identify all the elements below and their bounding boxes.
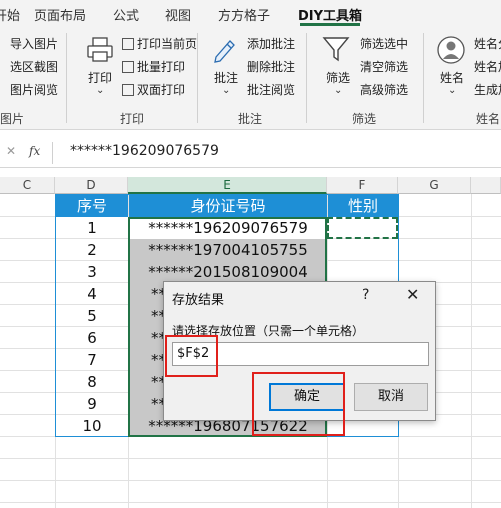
column-header-e[interactable]: E: [128, 177, 327, 194]
tab-diy-toolbox[interactable]: DIY工具箱: [298, 5, 362, 24]
active-tab-indicator: [300, 23, 360, 26]
import-picture-label: 导入图片: [10, 37, 59, 51]
advanced-filter-button[interactable]: 高级筛选: [360, 81, 408, 98]
table-row-no[interactable]: 4: [56, 283, 128, 305]
duplex-print-button[interactable]: 双面打印: [122, 81, 185, 98]
group-separator: [306, 33, 307, 123]
page-icon: [122, 84, 134, 96]
batch-print-button[interactable]: 批量打印: [122, 58, 185, 75]
formula-content[interactable]: ******196209076579: [70, 143, 219, 159]
chevron-down-icon[interactable]: ⌄: [222, 85, 230, 96]
column-header-f[interactable]: F: [327, 177, 398, 194]
group-separator: [197, 33, 198, 123]
help-icon[interactable]: ?: [362, 287, 369, 303]
table-row-no[interactable]: 10: [56, 415, 128, 437]
group-label-print: 打印: [120, 112, 145, 126]
table-row-no[interactable]: 9: [56, 393, 128, 415]
group-label-pictures: 图片: [0, 112, 25, 126]
chevron-down-icon[interactable]: ⌄: [334, 85, 342, 96]
dialog-title: 存放结果: [172, 293, 225, 308]
comment-button-label[interactable]: 批注: [214, 69, 238, 86]
tab-home[interactable]: 开始: [0, 5, 20, 24]
table-row-no[interactable]: 2: [56, 239, 128, 261]
close-icon[interactable]: ✕: [406, 285, 419, 304]
highlight-box-input: [165, 335, 218, 377]
filter-selected-button[interactable]: 筛选选中: [360, 35, 408, 52]
column-header-d[interactable]: D: [55, 177, 128, 194]
gridline: [0, 502, 501, 503]
name-generate-button[interactable]: 生成加: [474, 81, 501, 98]
person-icon: [437, 36, 465, 64]
chevron-down-icon[interactable]: ⌄: [96, 85, 104, 96]
group-label-names: 姓名: [476, 112, 501, 126]
name-add-label: 姓名加: [474, 60, 501, 74]
column-header-h[interactable]: [471, 177, 501, 194]
column-header-c[interactable]: C: [0, 177, 55, 194]
filter-selected-label: 筛选选中: [360, 37, 409, 51]
tab-fangfang[interactable]: 方方格子: [218, 5, 270, 24]
picture-viewer-button[interactable]: 图片阅览: [10, 81, 58, 98]
insert-function-button[interactable]: fx: [29, 144, 40, 158]
cancel-button[interactable]: 取消: [354, 383, 428, 411]
gridline: [0, 458, 501, 459]
filter-button-label[interactable]: 筛选: [326, 69, 350, 86]
batch-print-label: 批量打印: [137, 60, 186, 74]
ribbon-tab-bar: 开始 页面布局 公式 视图 方方格子 DIY工具箱: [0, 0, 501, 27]
page-icon: [122, 61, 134, 73]
view-comment-label: 批注阅览: [247, 83, 296, 97]
clear-filter-button[interactable]: 清空筛选: [360, 58, 408, 75]
name-generate-label: 生成加: [474, 83, 501, 97]
picture-viewer-label: 图片阅览: [10, 83, 59, 97]
table-row-no[interactable]: 3: [56, 261, 128, 283]
table-row-no[interactable]: 5: [56, 305, 128, 327]
highlight-box-ok: [252, 372, 345, 436]
duplex-print-label: 双面打印: [137, 83, 186, 97]
delete-comment-label: 删除批注: [247, 60, 296, 74]
clear-filter-label: 清空筛选: [360, 60, 409, 74]
name-button-label[interactable]: 姓名: [440, 69, 464, 86]
filter-funnel-icon: [322, 37, 350, 62]
name-split-label: 姓名分: [474, 37, 501, 51]
table-row-no[interactable]: 6: [56, 327, 128, 349]
advanced-filter-label: 高级筛选: [360, 83, 409, 97]
delete-comment-button[interactable]: 删除批注: [247, 58, 295, 75]
formula-bar-divider: [52, 142, 53, 164]
marching-ants-target-cell: [327, 217, 398, 239]
cancel-entry-icon[interactable]: ✕: [6, 144, 16, 158]
print-current-page-button[interactable]: 打印当前页: [122, 35, 197, 52]
group-label-comments: 批注: [238, 112, 263, 126]
ribbon: 导入图片 选区截图 图片阅览 图片 打印 ⌄ 打印当前页 批量打印 双面打印 打…: [0, 27, 501, 130]
tab-formulas[interactable]: 公式: [113, 5, 139, 24]
region-screenshot-label: 选区截图: [10, 60, 59, 74]
column-header-g[interactable]: G: [398, 177, 471, 194]
formula-bar: ✕ fx ******196209076579: [0, 138, 501, 168]
page-icon: [122, 38, 134, 50]
view-comment-button[interactable]: 批注阅览: [247, 81, 295, 98]
tab-view[interactable]: 视图: [165, 5, 191, 24]
region-screenshot-button[interactable]: 选区截图: [10, 58, 58, 75]
group-separator: [66, 33, 67, 123]
table-row-no[interactable]: 8: [56, 371, 128, 393]
group-separator: [423, 33, 424, 123]
pencil-comment-icon: [214, 40, 235, 63]
name-add-button[interactable]: 姓名加: [474, 58, 501, 75]
printer-icon: [87, 37, 113, 62]
group-label-filter: 筛选: [352, 112, 377, 126]
print-button-label[interactable]: 打印: [88, 69, 112, 86]
add-comment-label: 添加批注: [247, 37, 296, 51]
import-picture-button[interactable]: 导入图片: [10, 35, 58, 52]
tab-page-layout[interactable]: 页面布局: [34, 5, 86, 24]
name-split-button[interactable]: 姓名分: [474, 35, 501, 52]
add-comment-button[interactable]: 添加批注: [247, 35, 295, 52]
table-row-no[interactable]: 1: [56, 217, 128, 239]
gridline: [471, 194, 472, 508]
chevron-down-icon[interactable]: ⌄: [448, 85, 456, 96]
table-row-no[interactable]: 7: [56, 349, 128, 371]
gridline: [0, 480, 501, 481]
print-current-page-label: 打印当前页: [137, 37, 198, 51]
